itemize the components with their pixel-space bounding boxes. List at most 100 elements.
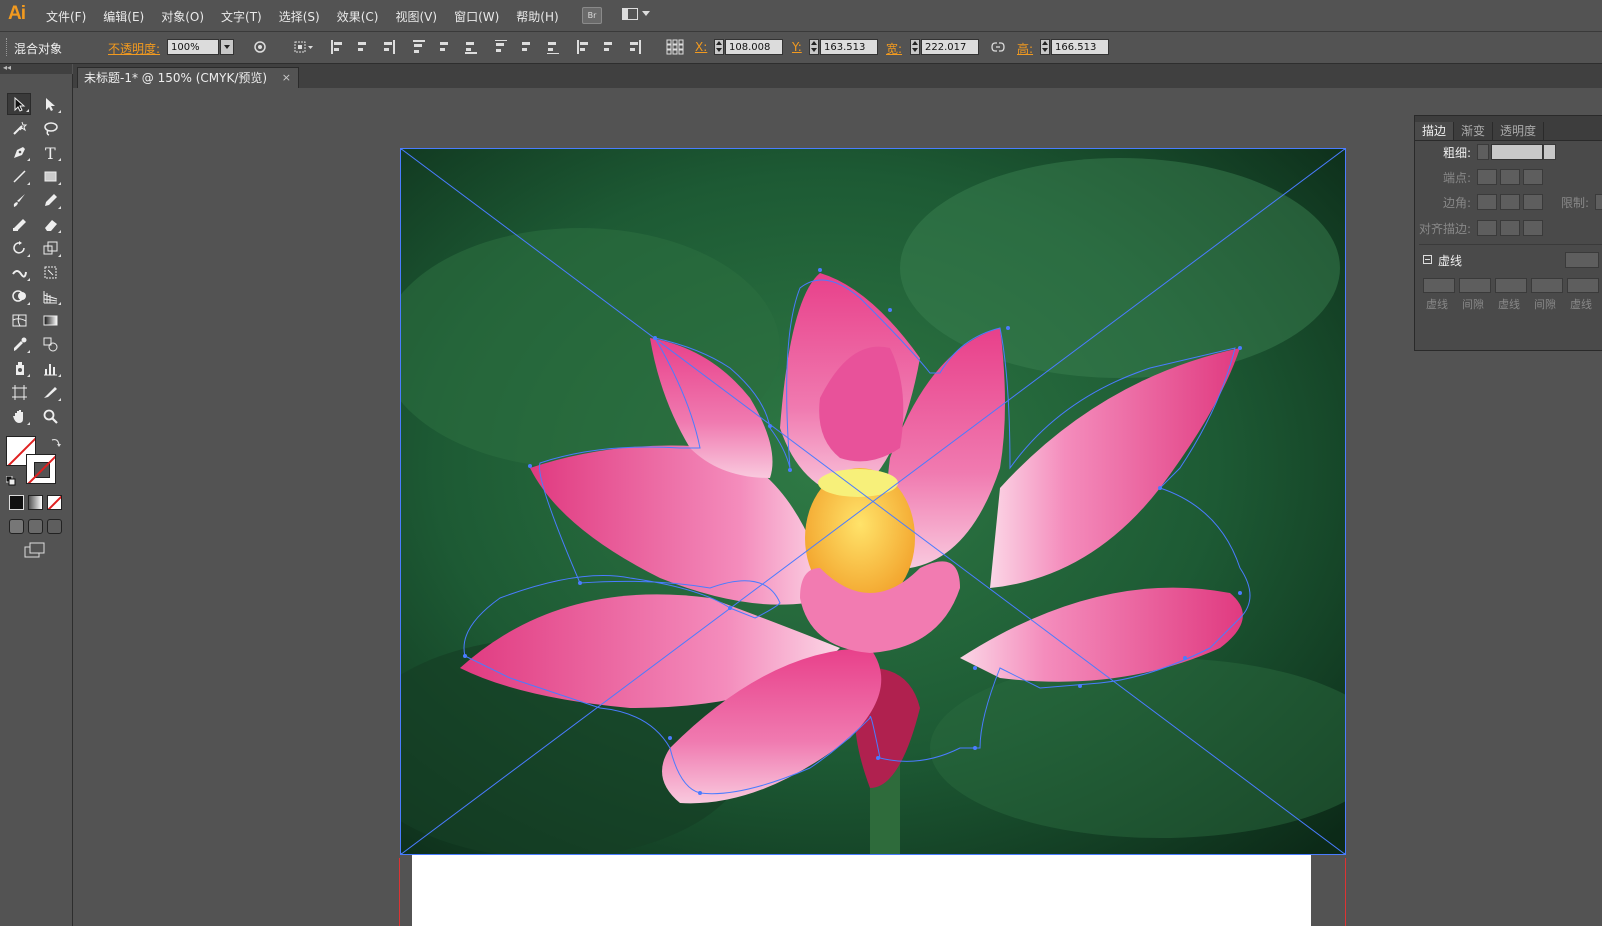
menu-window[interactable]: 窗口(W) [454, 8, 499, 25]
rectangle-tool[interactable] [38, 165, 62, 187]
round-join-button[interactable] [1500, 194, 1520, 210]
draw-behind-button[interactable] [28, 519, 43, 534]
draw-inside-button[interactable] [47, 519, 62, 534]
align-left-icon[interactable] [331, 40, 343, 54]
stroke-swatch[interactable] [26, 454, 56, 484]
blob-brush-tool[interactable] [7, 213, 31, 235]
type-tool[interactable]: T [38, 141, 62, 163]
symbol-sprayer-tool[interactable] [7, 357, 31, 379]
distribute-vcenter-icon[interactable] [521, 40, 533, 54]
menu-edit[interactable]: 编辑(E) [103, 8, 144, 25]
align-inside-button[interactable] [1500, 220, 1520, 236]
color-button[interactable] [9, 495, 24, 510]
align-vcenter-icon[interactable] [439, 40, 451, 54]
recolor-icon[interactable] [254, 41, 266, 53]
swap-fill-stroke-icon[interactable] [50, 436, 62, 448]
miter-join-button[interactable] [1477, 194, 1497, 210]
none-button[interactable] [47, 495, 62, 510]
perspective-grid-tool[interactable] [38, 285, 62, 307]
align-center-button[interactable] [1477, 220, 1497, 236]
menu-object[interactable]: 对象(O) [161, 8, 204, 25]
distribute-hcenter-icon[interactable] [603, 40, 615, 54]
rotate-tool[interactable] [7, 237, 31, 259]
pen-tool[interactable] [7, 141, 31, 163]
distribute-bottom-icon[interactable] [547, 40, 559, 54]
menu-select[interactable]: 选择(S) [279, 8, 320, 25]
limit-input[interactable] [1595, 194, 1602, 210]
tab-stroke[interactable]: 描边 [1415, 122, 1455, 140]
draw-normal-button[interactable] [9, 519, 24, 534]
scale-tool[interactable] [38, 237, 62, 259]
distribute-left-icon[interactable] [577, 40, 589, 54]
menu-effect[interactable]: 效果(C) [337, 8, 379, 25]
width-spinner[interactable] [910, 39, 920, 55]
lasso-tool[interactable] [38, 117, 62, 139]
dash-alignment-button[interactable] [1565, 252, 1599, 268]
projecting-cap-button[interactable] [1523, 169, 1543, 185]
dash-input-1[interactable] [1423, 278, 1455, 293]
x-spinner[interactable] [714, 39, 724, 55]
distribute-right-icon[interactable] [629, 40, 641, 54]
height-input[interactable]: 166.513 [1051, 39, 1109, 55]
slice-tool[interactable] [38, 381, 62, 403]
opacity-dropdown[interactable] [220, 39, 234, 55]
y-input[interactable]: 163.513 [820, 39, 878, 55]
zoom-tool[interactable] [38, 405, 62, 427]
menu-file[interactable]: 文件(F) [46, 8, 86, 25]
align-outside-button[interactable] [1523, 220, 1543, 236]
align-bottom-icon[interactable] [465, 40, 477, 54]
direct-selection-tool[interactable] [38, 93, 62, 115]
collapse-icon[interactable]: ◂◂ [3, 63, 11, 72]
align-right-icon[interactable] [383, 40, 395, 54]
document-tab[interactable]: 未标题-1* @ 150% (CMYK/预览) × [77, 67, 299, 88]
magic-wand-tool[interactable] [7, 117, 31, 139]
stroke-weight-spinner[interactable] [1477, 144, 1489, 160]
tab-gradient[interactable]: 渐变 [1454, 122, 1494, 140]
mesh-tool[interactable] [7, 309, 31, 331]
dashed-line-checkbox[interactable] [1423, 255, 1432, 264]
constrain-proportions-icon[interactable] [991, 41, 1005, 53]
dash-input-3[interactable] [1567, 278, 1599, 293]
dash-input-2[interactable] [1495, 278, 1527, 293]
x-input[interactable]: 108.008 [725, 39, 783, 55]
placed-lotus-image[interactable] [400, 148, 1346, 855]
gradient-tool[interactable] [38, 309, 62, 331]
distribute-top-icon[interactable] [495, 40, 507, 54]
default-colors-icon[interactable] [6, 476, 16, 486]
hand-tool[interactable] [7, 405, 31, 427]
stroke-weight-dropdown[interactable] [1543, 144, 1556, 160]
eyedropper-tool[interactable] [7, 333, 31, 355]
opacity-label[interactable]: 不透明度: [108, 40, 160, 57]
menu-type[interactable]: 文字(T) [221, 8, 262, 25]
arrange-documents-button[interactable] [622, 7, 652, 22]
screen-mode-icon[interactable] [24, 542, 46, 558]
width-input[interactable]: 222.017 [921, 39, 979, 55]
close-tab-icon[interactable]: × [282, 68, 291, 88]
pencil-tool[interactable] [38, 189, 62, 211]
round-cap-button[interactable] [1500, 169, 1520, 185]
artboard-tool[interactable] [7, 381, 31, 403]
selection-tool[interactable] [7, 93, 31, 115]
paintbrush-tool[interactable] [7, 189, 31, 211]
blend-tool[interactable] [38, 333, 62, 355]
height-label[interactable]: 高: [1017, 40, 1033, 57]
align-top-icon[interactable] [413, 40, 425, 54]
opacity-input[interactable]: 100% [167, 39, 219, 55]
menu-view[interactable]: 视图(V) [395, 8, 437, 25]
bevel-join-button[interactable] [1523, 194, 1543, 210]
y-spinner[interactable] [809, 39, 819, 55]
gap-input-2[interactable] [1531, 278, 1563, 293]
butt-cap-button[interactable] [1477, 169, 1497, 185]
align-hcenter-icon[interactable] [357, 40, 369, 54]
align-to-icon[interactable] [294, 41, 314, 53]
warp-tool[interactable] [7, 261, 31, 283]
x-label[interactable]: X: [695, 40, 707, 54]
menu-help[interactable]: 帮助(H) [516, 8, 558, 25]
line-tool[interactable] [7, 165, 31, 187]
free-transform-tool[interactable] [38, 261, 62, 283]
gap-input-1[interactable] [1459, 278, 1491, 293]
transform-reference-icon[interactable] [666, 39, 684, 55]
panel-grip[interactable] [6, 38, 10, 56]
bridge-button[interactable]: Br [582, 7, 602, 24]
y-label[interactable]: Y: [792, 40, 802, 54]
